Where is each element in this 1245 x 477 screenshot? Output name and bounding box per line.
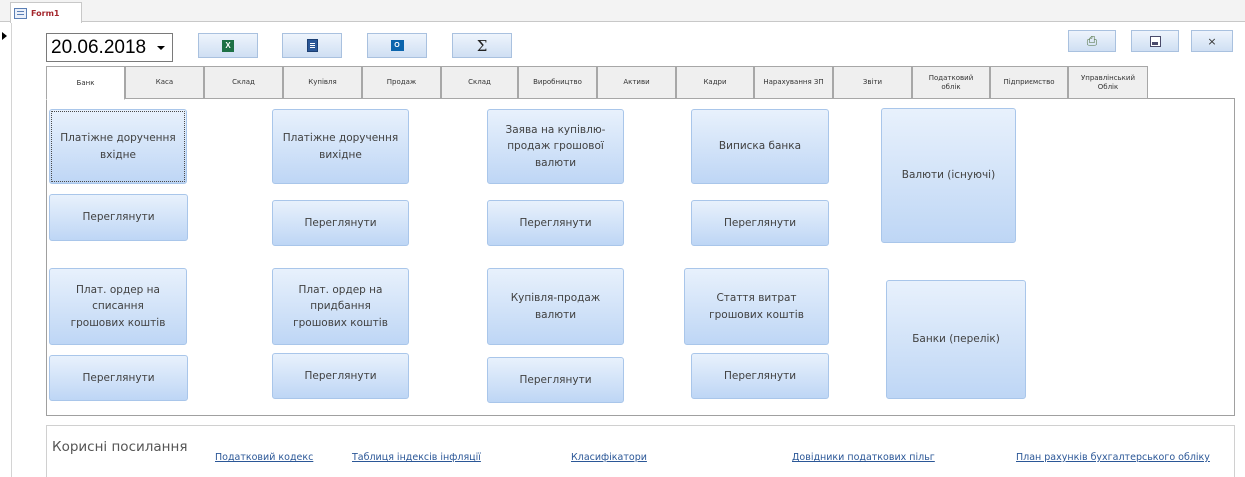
- tab-cash[interactable]: Каса: [125, 66, 204, 99]
- tab-warehouse[interactable]: Склад: [204, 66, 283, 99]
- view-fx-trade-button[interactable]: Переглянути: [487, 357, 624, 403]
- button-label: Переглянути: [519, 373, 592, 386]
- inflation-table-link[interactable]: Таблиця індексів інфляції: [352, 452, 481, 463]
- form-window: Form1 20.06.2018 X O Σ ⎙ × Банк Каса Скл…: [0, 0, 1245, 477]
- bank-statement-button[interactable]: Виписка банка: [691, 109, 829, 184]
- chart-of-accounts-link[interactable]: План рахунків бухгалтерського обліку: [1016, 452, 1210, 463]
- button-label: Платіжне доручення вхідне: [60, 132, 176, 161]
- print-button[interactable]: ⎙: [1068, 30, 1116, 52]
- outlook-icon: O: [390, 40, 404, 51]
- tab-label: Активи: [623, 78, 650, 87]
- tab-label: Податковий облік: [928, 73, 974, 91]
- document-tab-bar: Form1: [0, 0, 1245, 23]
- tab-label: Купівля: [308, 78, 337, 87]
- fx-trade-button[interactable]: Купівля-продаж валюти: [487, 268, 624, 345]
- view-expense-items-button[interactable]: Переглянути: [691, 353, 829, 399]
- classifiers-link[interactable]: Класифікатори: [571, 452, 647, 463]
- tab-assets[interactable]: Активи: [597, 66, 676, 99]
- button-label: Переглянути: [304, 216, 377, 229]
- save-button[interactable]: [1131, 30, 1179, 52]
- close-button[interactable]: ×: [1191, 30, 1233, 52]
- tab-warehouse-2[interactable]: Склад: [441, 66, 518, 99]
- tab-label: Кадри: [703, 78, 727, 87]
- tab-purchase[interactable]: Купівля: [283, 66, 362, 99]
- tab-label: Банк: [76, 78, 95, 87]
- tab-management-accounting[interactable]: Управлінський Облік: [1068, 66, 1148, 99]
- tab-sales[interactable]: Продаж: [362, 66, 441, 99]
- incoming-payment-order-button[interactable]: Платіжне доручення вхідне: [49, 109, 187, 184]
- view-writeoff-button[interactable]: Переглянути: [49, 355, 188, 401]
- expense-items-button[interactable]: Стаття витрат грошових коштів: [684, 268, 829, 345]
- button-label: Виписка банка: [718, 140, 802, 153]
- button-label: Переглянути: [304, 369, 377, 382]
- excel-icon: X: [222, 39, 234, 52]
- tab-label: Управлінський Облік: [1081, 73, 1135, 91]
- button-label: Заява на купівлю-продаж грошової валюти: [505, 124, 606, 169]
- view-bank-statement-button[interactable]: Переглянути: [691, 200, 829, 246]
- tab-reports[interactable]: Звіти: [833, 66, 912, 99]
- date-dropdown-button[interactable]: [150, 34, 172, 61]
- button-label: Переглянути: [723, 369, 797, 382]
- button-label: Банки (перелік): [912, 333, 1000, 346]
- document-tab-label: Form1: [31, 8, 60, 18]
- sum-button[interactable]: Σ: [452, 33, 512, 58]
- tab-label: Звіти: [862, 78, 883, 87]
- button-label: Переглянути: [519, 216, 592, 229]
- export-word-button[interactable]: [282, 33, 342, 58]
- tax-benefits-link[interactable]: Довідники податкових пільг: [792, 452, 935, 463]
- tab-label: Нарахування ЗП: [763, 78, 824, 87]
- button-label: Переглянути: [82, 211, 155, 224]
- view-purchase-button[interactable]: Переглянути: [272, 353, 409, 399]
- tab-label: Склад: [232, 78, 255, 87]
- chevron-down-icon: [157, 45, 165, 50]
- tax-code-link[interactable]: Податковий кодекс: [215, 452, 313, 463]
- tab-label: Підприємство: [1003, 78, 1055, 87]
- current-record-arrow-icon: [2, 32, 7, 40]
- currencies-button[interactable]: Валюти (існуючі): [881, 108, 1016, 243]
- tab-label: Продаж: [386, 78, 417, 87]
- tab-panel-bank: [46, 98, 1235, 416]
- send-outlook-button[interactable]: O: [367, 33, 427, 58]
- tab-enterprise[interactable]: Підприємство: [990, 66, 1068, 99]
- button-label: Плат. ордер на придбання грошових коштів: [293, 284, 388, 329]
- save-icon: [1149, 35, 1161, 47]
- export-excel-button[interactable]: X: [198, 33, 258, 58]
- tab-payroll[interactable]: Нарахування ЗП: [754, 66, 833, 99]
- tab-hr[interactable]: Кадри: [676, 66, 754, 99]
- word-icon: [306, 39, 318, 52]
- tab-label: Склад: [468, 78, 491, 87]
- tab-tax-accounting[interactable]: Податковий облік: [912, 66, 990, 99]
- date-value: 20.06.2018: [51, 36, 147, 58]
- banks-list-button[interactable]: Банки (перелік): [886, 280, 1026, 399]
- purchase-order-button[interactable]: Плат. ордер на придбання грошових коштів: [272, 268, 409, 345]
- useful-links-section: [46, 425, 1235, 477]
- useful-links-title: Корисні посилання: [52, 439, 188, 455]
- tab-label: Каса: [155, 78, 174, 87]
- button-label: Переглянути: [82, 371, 155, 384]
- document-tab-form1[interactable]: Form1: [10, 2, 82, 23]
- close-icon: ×: [1207, 34, 1217, 48]
- writeoff-order-button[interactable]: Плат. ордер на списання грошових коштів: [49, 268, 187, 345]
- tab-production[interactable]: Виробництво: [518, 66, 597, 99]
- button-label: Стаття витрат грошових коштів: [709, 292, 804, 321]
- button-label: Плат. ордер на списання грошових коштів: [70, 284, 166, 329]
- button-label: Купівля-продаж валюти: [510, 292, 601, 321]
- print-icon: ⎙: [1086, 33, 1098, 49]
- outgoing-payment-order-button[interactable]: Платіжне доручення вихідне: [272, 109, 409, 184]
- view-outgoing-button[interactable]: Переглянути: [272, 200, 409, 246]
- record-selector[interactable]: [0, 23, 12, 477]
- tab-bank[interactable]: Банк: [46, 66, 125, 100]
- sigma-icon: Σ: [476, 36, 488, 55]
- view-fx-request-button[interactable]: Переглянути: [487, 200, 624, 246]
- date-combobox[interactable]: 20.06.2018: [46, 33, 173, 62]
- button-label: Валюти (існуючі): [901, 169, 996, 182]
- tab-label: Виробництво: [533, 78, 582, 87]
- button-label: Переглянути: [723, 216, 797, 229]
- fx-request-button[interactable]: Заява на купівлю-продаж грошової валюти: [487, 109, 624, 184]
- button-label: Платіжне доручення вихідне: [282, 132, 399, 161]
- form-icon: [14, 7, 27, 19]
- view-incoming-button[interactable]: Переглянути: [49, 194, 188, 241]
